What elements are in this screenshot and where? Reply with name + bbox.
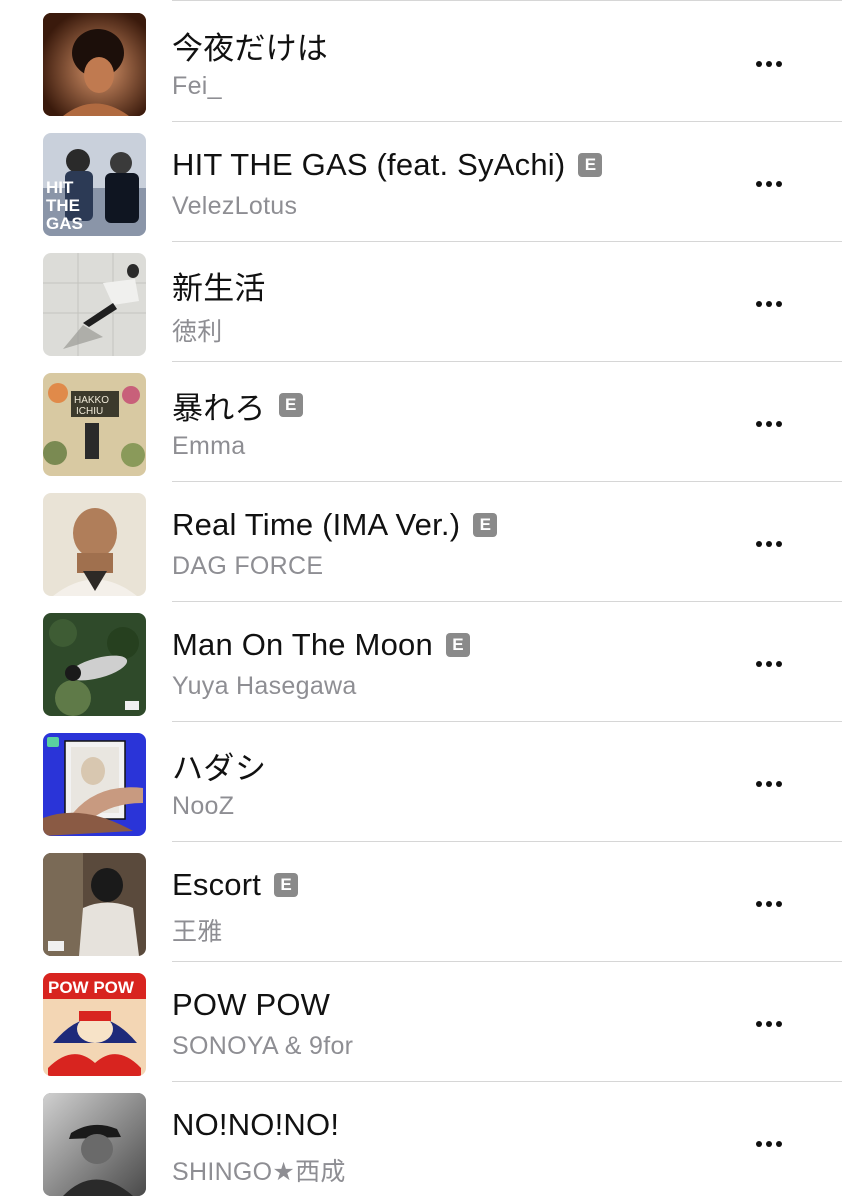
track-artist: SHINGO★西成 (172, 1158, 346, 1186)
track-artist: Yuya Hasegawa (172, 672, 357, 700)
more-options-button[interactable] (746, 46, 792, 82)
ellipsis-icon (756, 181, 762, 187)
track-title: 今夜だけは (172, 30, 328, 66)
more-options-button[interactable] (746, 526, 792, 562)
album-artwork[interactable] (43, 493, 146, 596)
track-title: 新生活 (172, 270, 266, 306)
album-artwork[interactable] (43, 1093, 146, 1196)
track-title: 暴れろ (172, 390, 266, 426)
explicit-badge: E (274, 873, 299, 897)
track-row[interactable]: Man On The Moon E Yuya Hasegawa (0, 602, 842, 722)
track-artist: Fei_ (172, 72, 222, 100)
album-artwork[interactable] (43, 613, 146, 716)
track-row[interactable]: 今夜だけは Fei_ (0, 2, 842, 122)
album-artwork[interactable] (43, 733, 146, 836)
track-row[interactable]: ハダシ NooZ (0, 722, 842, 842)
svg-text:HIT: HIT (46, 178, 74, 197)
ellipsis-icon (756, 421, 762, 427)
explicit-badge: E (445, 633, 470, 657)
more-options-button[interactable] (746, 406, 792, 442)
album-artwork[interactable]: HAKKO ICHIU (43, 373, 146, 476)
svg-text:HAKKO: HAKKO (74, 395, 109, 406)
track-artist: VelezLotus (172, 192, 298, 220)
track-row[interactable]: Escort E 王雅 (0, 842, 842, 962)
album-artwork[interactable] (43, 853, 146, 956)
album-artwork[interactable] (43, 13, 146, 116)
more-options-button[interactable] (746, 1006, 792, 1042)
track-title: Real Time (IMA Ver.) (172, 507, 461, 542)
track-row[interactable]: 新生活 徳利 (0, 242, 842, 362)
ellipsis-icon (756, 661, 762, 667)
ellipsis-icon (756, 541, 762, 547)
track-row[interactable]: Real Time (IMA Ver.) E DAG FORCE (0, 482, 842, 602)
album-artwork[interactable] (43, 253, 146, 356)
ellipsis-icon (756, 301, 762, 307)
album-artwork[interactable]: HIT THE GAS (43, 133, 146, 236)
svg-text:POW POW: POW POW (48, 978, 135, 997)
track-title: POW POW (172, 987, 331, 1022)
track-artist: DAG FORCE (172, 552, 324, 580)
track-title: ハダシ (172, 750, 267, 786)
track-title: Escort (172, 867, 262, 902)
track-title: HIT THE GAS (feat. SyAchi) (172, 147, 566, 182)
track-title: Man On The Moon (172, 627, 433, 662)
track-row[interactable]: NO!NO!NO! SHINGO★西成 (0, 1082, 842, 1202)
more-options-button[interactable] (746, 1126, 792, 1162)
svg-text:THE: THE (46, 196, 80, 215)
ellipsis-icon (756, 61, 762, 67)
explicit-badge: E (278, 393, 303, 417)
track-artist: 徳利 (172, 318, 223, 346)
explicit-badge: E (578, 153, 603, 177)
more-options-button[interactable] (746, 646, 792, 682)
more-options-button[interactable] (746, 766, 792, 802)
ellipsis-icon (756, 901, 762, 907)
track-row[interactable]: HIT THE GAS HIT THE GAS (feat. SyAchi) E… (0, 122, 842, 242)
track-artist: Emma (172, 432, 246, 460)
track-artist: SONOYA & 9for (172, 1032, 354, 1060)
more-options-button[interactable] (746, 286, 792, 322)
ellipsis-icon (756, 1021, 762, 1027)
explicit-badge: E (473, 513, 498, 537)
track-artist: NooZ (172, 792, 235, 820)
ellipsis-icon (756, 1141, 762, 1147)
more-options-button[interactable] (746, 886, 792, 922)
track-title: NO!NO!NO! (172, 1107, 340, 1142)
track-row[interactable]: POW POW POW POW SONOYA & 9for (0, 962, 842, 1082)
svg-text:GAS: GAS (46, 214, 83, 233)
ellipsis-icon (756, 781, 762, 787)
track-row[interactable]: HAKKO ICHIU 暴れろ E Emma (0, 362, 842, 482)
top-divider (172, 0, 842, 1)
more-options-button[interactable] (746, 166, 792, 202)
track-artist: 王雅 (172, 918, 223, 946)
svg-text:ICHIU: ICHIU (76, 406, 103, 417)
album-artwork[interactable]: POW POW (43, 973, 146, 1076)
